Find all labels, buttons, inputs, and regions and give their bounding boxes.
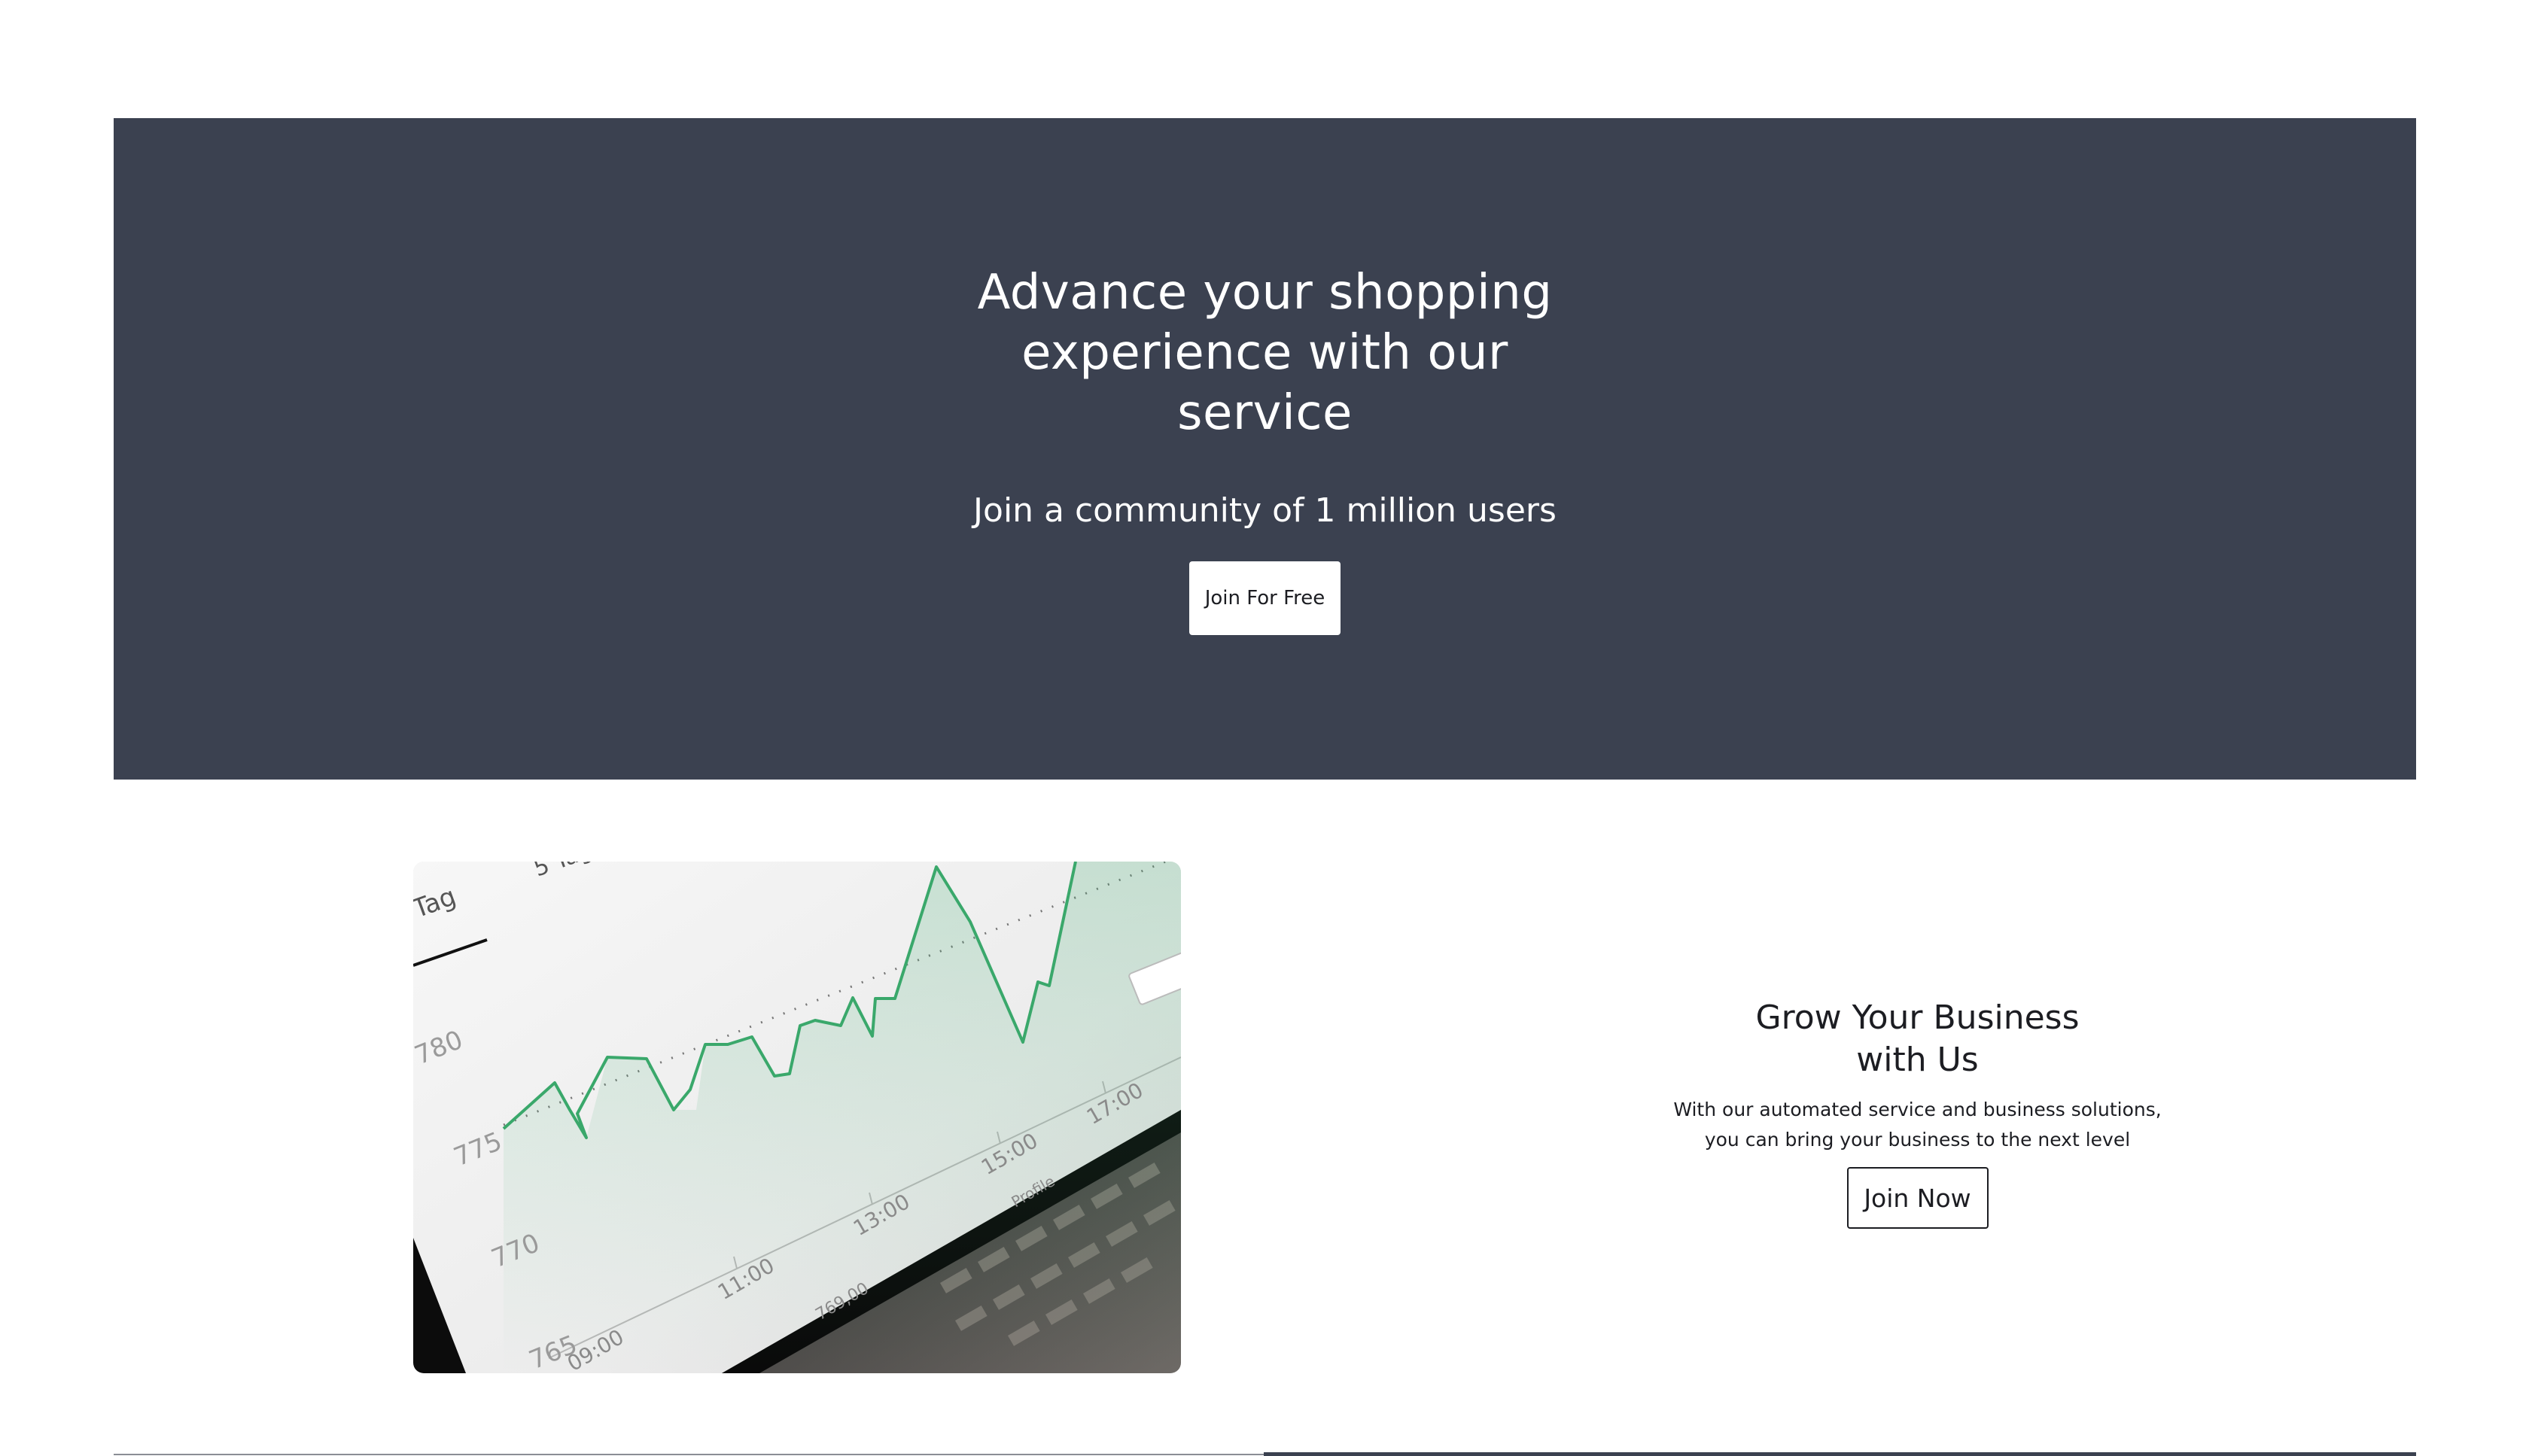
promo-title: Grow Your Business with Us [1755, 999, 2080, 1079]
hero-subtitle: Join a community of 1 million users [973, 491, 1557, 530]
promo-description: With our automated service and business … [1673, 1099, 2162, 1151]
footer-bar-top-edge [1264, 1452, 2416, 1456]
stock-chart-photo-icon: Tag 5 Tag 780 775 770 765 09:00 11:00 13… [413, 862, 1181, 1373]
hero-banner: Advance your shopping experience with ou… [114, 118, 2416, 780]
hero-title: Advance your shopping experience with ou… [977, 265, 1553, 441]
join-for-free-button[interactable]: Join For Free [1189, 561, 1341, 635]
promo-section: Grow Your Business with Us With our auto… [1618, 997, 2217, 1229]
join-now-button[interactable]: Join Now [1846, 1167, 1989, 1229]
section-divider [114, 1454, 1264, 1455]
stock-chart-image: Tag 5 Tag 780 775 770 765 09:00 11:00 13… [413, 862, 1181, 1373]
